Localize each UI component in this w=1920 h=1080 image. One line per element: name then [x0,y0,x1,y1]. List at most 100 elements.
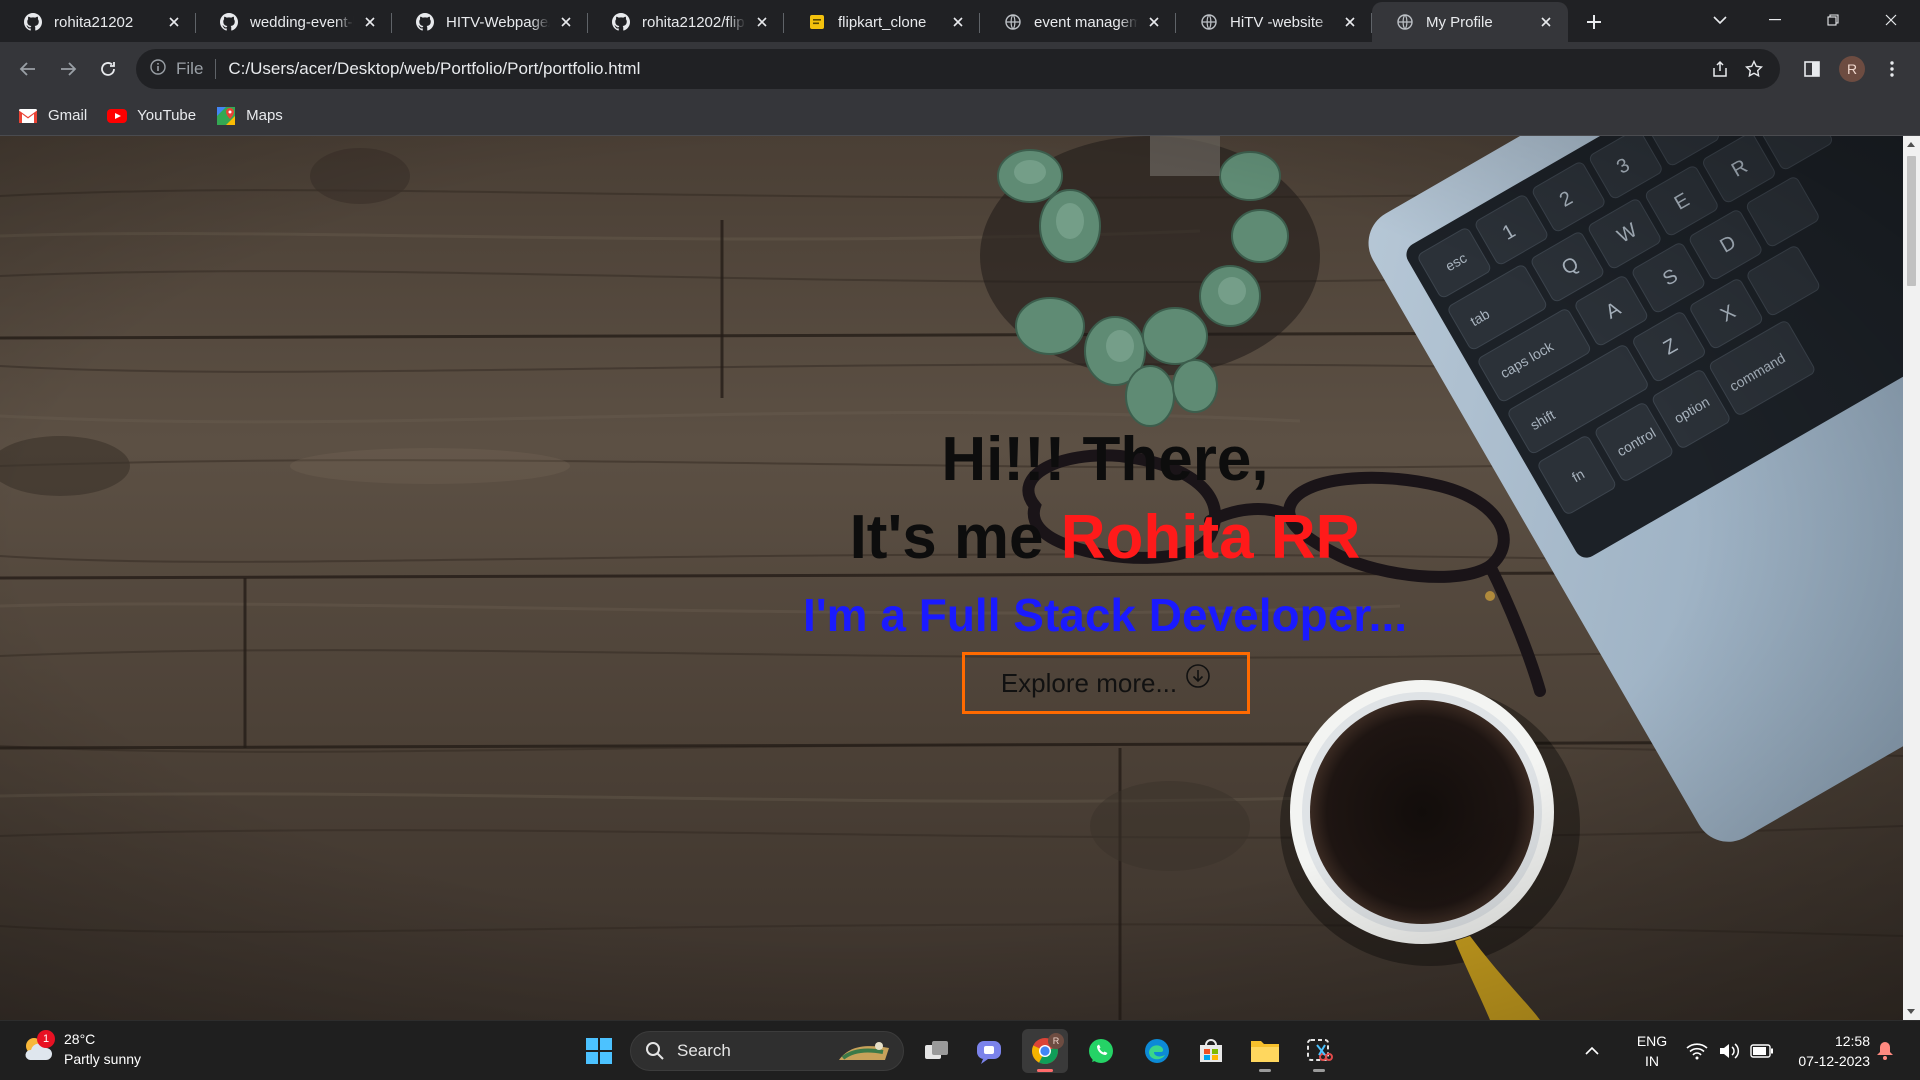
tab-title: HITV-Webpage/i [446,13,550,31]
plus-icon [1587,15,1601,29]
tagline: I'm a Full Stack Developer... [802,589,1408,641]
new-tab-button[interactable] [1574,2,1614,42]
whatsapp-button[interactable] [1078,1029,1124,1073]
tab-title: event manageme [1034,13,1138,31]
tab-7[interactable]: HiTV -website [1176,2,1372,42]
menu-button[interactable] [1872,49,1912,89]
start-button[interactable] [576,1029,622,1073]
tab-5[interactable]: flipkart_clone [784,2,980,42]
weather-temp: 28°C [64,1031,96,1047]
close-tab-icon[interactable] [556,12,576,32]
notifications-button[interactable] [1876,1021,1894,1080]
intro-heading: It's me Rohita RR [850,502,1361,573]
arrow-left-icon [19,62,35,76]
github-icon [220,13,238,31]
back-button[interactable] [8,49,48,89]
chevron-up-icon [1585,1046,1599,1055]
bookmark-label: YouTube [137,107,197,124]
tab-title: My Profile [1426,13,1493,31]
github-icon [612,13,630,31]
youtube-icon [107,108,128,124]
close-tab-icon[interactable] [164,12,184,32]
teams-chat-button[interactable] [966,1029,1012,1073]
avatar: R [1839,56,1865,82]
tab-active[interactable]: My Profile [1372,2,1568,42]
bookmark-youtube[interactable]: YouTube [107,107,196,124]
share-icon[interactable] [1708,57,1732,81]
wifi-icon [1686,1043,1708,1060]
notification-badge: 1 [37,1030,55,1048]
bell-icon [1877,1042,1893,1060]
scroll-down-icon[interactable] [1907,1009,1915,1014]
globe-icon [1396,13,1414,31]
taskbar-search[interactable]: Search [630,1031,904,1071]
explore-more-label: Explore more... [1000,667,1178,698]
info-icon[interactable] [150,58,166,80]
hero-section: Hi!!! There, It's me Rohita RR I'm a Ful… [0,136,1903,1020]
page-scrollbar[interactable] [1903,136,1920,1020]
windows-taskbar: 1 28°C Partly sunny Search R ENG IN 12:5… [0,1020,1920,1080]
gmail-icon [18,108,38,124]
forward-button[interactable] [48,49,88,89]
side-panel-button[interactable] [1792,49,1832,89]
profile-badge: R [1048,1033,1064,1049]
tab-1[interactable]: rohita21202 [0,2,196,42]
edge-icon [1145,1039,1169,1063]
tab-2[interactable]: wedding-event-h [196,2,392,42]
battery-icon [1750,1044,1773,1058]
close-window-button[interactable] [1862,0,1920,40]
whatsapp-icon [1089,1039,1113,1063]
reload-button[interactable] [88,49,128,89]
profile-button[interactable]: R [1832,49,1872,89]
store-button[interactable] [1188,1029,1234,1073]
kebab-menu-icon [1890,61,1894,77]
scrollbar-thumb[interactable] [1907,156,1916,286]
partly-sunny-icon: 1 [20,1030,55,1066]
url-text[interactable]: C:/Users/acer/Desktop/web/Portfolio/Port… [228,59,640,79]
close-tab-icon[interactable] [1144,12,1164,32]
close-tab-icon[interactable] [1340,12,1360,32]
snipping-tool-button[interactable] [1296,1029,1342,1073]
chevron-down-icon [1713,16,1727,25]
weather-widget[interactable]: 1 28°C Partly sunny [20,1029,141,1069]
tab-title: flipkart_clone [838,13,927,31]
download-circle-icon [1185,663,1211,696]
greeting-heading: Hi!!! There, [941,425,1269,494]
github-icon [24,13,42,31]
close-tab-icon[interactable] [1536,12,1556,32]
tab-title: HiTV -website [1230,13,1324,31]
tab-title: rohita21202 [54,13,134,31]
tab-search-button[interactable] [1700,0,1740,40]
star-icon[interactable] [1742,57,1766,81]
show-hidden-icons-button[interactable] [1584,1021,1600,1080]
close-tab-icon[interactable] [360,12,380,32]
close-tab-icon[interactable] [948,12,968,32]
task-view-icon [925,1041,948,1059]
restore-button[interactable] [1804,0,1862,40]
address-bar[interactable]: File C:/Users/acer/Desktop/web/Portfolio… [136,49,1780,89]
clock-time: 12:58 [1834,1033,1870,1049]
task-view-button[interactable] [914,1029,960,1073]
explore-more-button[interactable]: Explore more... [962,652,1250,714]
chrome-taskbar-button[interactable]: R [1022,1029,1068,1073]
edge-button[interactable] [1134,1029,1180,1073]
bookmark-gmail[interactable]: Gmail [18,107,87,124]
bookmark-maps[interactable]: Maps [216,106,283,125]
clock-date: 07-12-2023 [1798,1053,1870,1069]
note-icon [808,13,826,31]
close-tab-icon[interactable] [752,12,772,32]
tab-6[interactable]: event manageme [980,2,1176,42]
bookmarks-bar: Gmail YouTube Maps [0,96,1920,136]
tab-3[interactable]: HITV-Webpage/i [392,2,588,42]
language-indicator[interactable]: ENG IN [1632,1031,1672,1071]
file-explorer-button[interactable] [1242,1029,1288,1073]
system-clock[interactable]: 12:58 07-12-2023 [1780,1031,1870,1071]
globe-icon [1200,13,1218,31]
scheme-label: File [176,59,204,78]
minimize-button[interactable] [1746,0,1804,40]
scroll-up-icon[interactable] [1907,142,1915,147]
quick-settings-button[interactable] [1686,1021,1774,1080]
tab-4[interactable]: rohita21202/flipk [588,2,784,42]
intro-prefix: It's me [849,503,1061,572]
weather-condition: Partly sunny [64,1051,142,1067]
